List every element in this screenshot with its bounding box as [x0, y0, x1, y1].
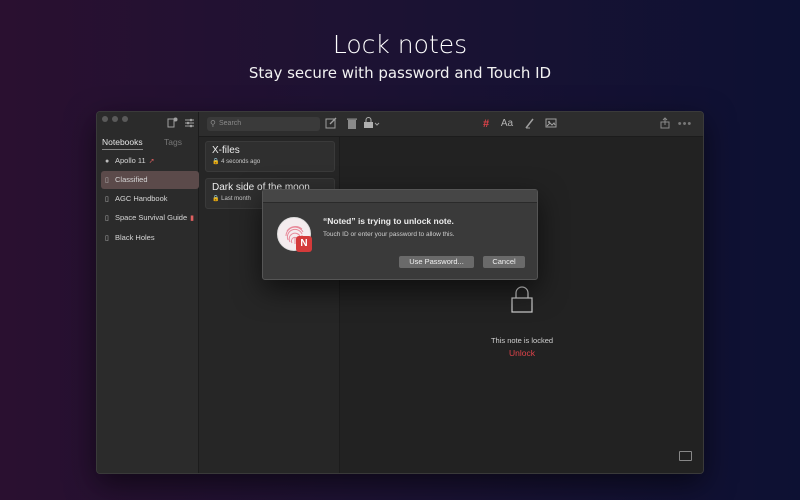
- unlock-dialog: N “Noted” is trying to unlock note. Touc…: [262, 189, 538, 280]
- sidebar-item-label: Classified: [115, 175, 148, 184]
- font-format-icon[interactable]: Aa: [499, 117, 515, 131]
- zoom-window-button[interactable]: [122, 116, 128, 122]
- promo-subline: Stay secure with password and Touch ID: [248, 64, 552, 82]
- search-input[interactable]: ⚲ Search: [207, 117, 320, 131]
- note-list: X-files 🔒 4 seconds ago Dark side of the…: [199, 137, 340, 473]
- sidebar-tabs: Notebooks Tags: [97, 136, 199, 150]
- sidebar: Notebooks Tags ● Apollo 11 ➚ ▯ Classified ▯…: [97, 112, 199, 473]
- sidebar-item-classified[interactable]: ▯ Classified: [101, 171, 199, 189]
- share-icon[interactable]: [658, 117, 672, 131]
- close-window-button[interactable]: [102, 116, 108, 122]
- more-icon[interactable]: •••: [677, 117, 693, 131]
- fire-extinguisher-icon: ▮: [190, 215, 194, 222]
- sidebar-item-agc-handbook[interactable]: ▯ AGC Handbook: [101, 190, 199, 208]
- lock-icon: 🔒: [212, 196, 220, 202]
- use-password-button[interactable]: Use Password...: [399, 256, 474, 268]
- compass-icon: ●: [105, 158, 110, 165]
- cancel-button[interactable]: Cancel: [483, 256, 525, 268]
- sidebar-item-label: AGC Handbook: [115, 194, 168, 203]
- expand-editor-icon[interactable]: [679, 451, 692, 461]
- note-card-x-files[interactable]: X-files 🔒 4 seconds ago: [205, 141, 335, 172]
- hashtag-icon[interactable]: #: [479, 117, 493, 131]
- minimize-window-button[interactable]: [112, 116, 118, 122]
- notebook-icon: ▯: [105, 215, 109, 222]
- sidebar-item-apollo-11[interactable]: ● Apollo 11 ➚: [101, 152, 199, 170]
- note-editor: This note is locked Unlock: [340, 137, 703, 473]
- compose-icon[interactable]: [324, 117, 338, 131]
- sidebar-item-space-survival-guide[interactable]: ▯ Space Survival Guide ▮: [101, 209, 199, 227]
- notebook-icon: ▯: [105, 177, 109, 184]
- sidebar-item-black-holes[interactable]: ▯ Black Holes: [101, 229, 199, 247]
- highlighter-icon[interactable]: [523, 117, 537, 131]
- search-icon: ⚲: [210, 119, 216, 128]
- note-meta: 🔒 4 seconds ago: [212, 158, 328, 165]
- tab-notebooks[interactable]: Notebooks: [102, 136, 143, 150]
- note-timestamp: Last month: [221, 196, 251, 202]
- main-toolbar: ⚲ Search # Aa •••: [199, 112, 703, 137]
- lock-icon: 🔒: [212, 159, 220, 165]
- sidebar-item-label: Space Survival Guide: [115, 213, 188, 222]
- sidebar-item-label: Apollo 11: [115, 156, 146, 165]
- tab-tags[interactable]: Tags: [164, 136, 182, 148]
- rocket-icon: ➚: [148, 158, 155, 165]
- note-timestamp: 4 seconds ago: [221, 159, 261, 165]
- note-title: X-files: [212, 145, 240, 156]
- promo-headline: Lock notes: [332, 30, 468, 59]
- padlock-icon: [511, 286, 533, 313]
- search-placeholder: Search: [219, 120, 242, 127]
- dialog-message: Touch ID or enter your password to allow…: [323, 231, 455, 238]
- new-notebook-icon[interactable]: [165, 117, 179, 131]
- sidebar-item-label: Black Holes: [115, 233, 155, 242]
- dialog-titlebar: [263, 190, 537, 203]
- app-window: Notebooks Tags ● Apollo 11 ➚ ▯ Classified ▯…: [96, 111, 704, 474]
- unlock-link[interactable]: Unlock: [470, 348, 574, 358]
- trash-icon[interactable]: [345, 117, 359, 131]
- noted-app-icon: N: [296, 236, 312, 252]
- dialog-title: “Noted” is trying to unlock note.: [323, 216, 454, 226]
- locked-status-text: This note is locked: [490, 336, 554, 345]
- insert-image-icon[interactable]: [544, 117, 558, 131]
- notebook-icon: ▯: [105, 235, 109, 242]
- filter-settings-icon[interactable]: [182, 117, 196, 131]
- lock-menu-icon[interactable]: [363, 117, 381, 131]
- notebook-icon: ▯: [105, 196, 109, 203]
